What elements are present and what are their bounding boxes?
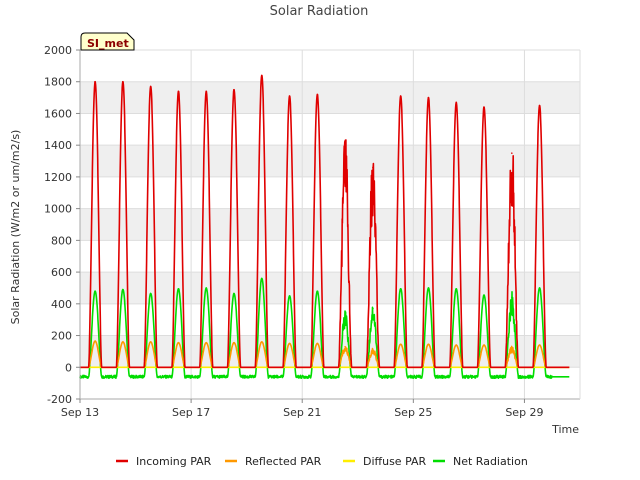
daily-peak-point	[261, 74, 263, 77]
daily-peak-point	[511, 347, 513, 350]
legend-item: Reflected PAR	[225, 455, 322, 468]
x-tick-label: Sep 29	[505, 406, 543, 419]
daily-peak-point	[233, 88, 235, 91]
daily-peak-point	[177, 341, 180, 344]
daily-peak-point	[399, 287, 402, 290]
daily-peak-point	[94, 340, 96, 342]
legend-label: Reflected PAR	[245, 455, 322, 468]
x-tick-label: Sep 25	[394, 406, 432, 419]
legend: Incoming PAR Reflected PAR Diffuse PAR Net …	[116, 455, 528, 468]
daily-peak-point	[288, 95, 291, 97]
legend-label: Diffuse PAR	[363, 455, 427, 468]
x-tick-label: Sep 21	[283, 406, 321, 419]
daily-peak-point	[455, 101, 458, 104]
legend-label: Net Radiation	[453, 455, 528, 468]
legend-item: Net Radiation	[433, 455, 528, 468]
daily-peak-point	[344, 314, 346, 316]
daily-peak-point	[233, 341, 235, 344]
x-tick-label: Sep 13	[61, 406, 99, 419]
daily-peak-point	[511, 152, 513, 154]
daily-peak-point	[316, 93, 319, 96]
daily-peak-point	[205, 287, 208, 289]
y-tick-label: 1200	[44, 171, 72, 184]
daily-peak-point	[427, 343, 430, 346]
y-tick-label: 1600	[44, 107, 72, 120]
daily-peak-point	[372, 349, 374, 351]
daily-peak-point	[177, 90, 180, 93]
daily-peak-point	[316, 290, 319, 292]
daily-peak-point	[455, 344, 458, 346]
legend-item: Diffuse PAR	[343, 455, 427, 468]
y-tick-label: 1400	[44, 139, 72, 152]
daily-peak-point	[122, 80, 124, 83]
y-tick-label: 400	[51, 298, 72, 311]
daily-peak-point	[149, 292, 152, 295]
daily-peak-point	[455, 287, 458, 290]
daily-peak-point	[122, 288, 124, 291]
daily-peak-point	[149, 341, 152, 343]
solar-radiation-chart: Solar Radiation -200 0 200 400 600 800 1000 120…	[9, 4, 581, 468]
daily-peak-point	[372, 166, 374, 169]
daily-peak-point	[372, 307, 374, 310]
daily-peak-point	[261, 277, 263, 280]
plot-band	[80, 145, 580, 177]
y-axis: -200 0 200 400 600 800 1000 1200 1400 1600 1800 200…	[44, 44, 81, 406]
y-tick-label: 1800	[44, 76, 72, 89]
daily-peak-point	[288, 295, 291, 297]
y-tick-label: 1000	[44, 203, 72, 216]
daily-peak-point	[288, 342, 291, 345]
daily-peak-point	[511, 296, 513, 299]
x-axis-label: Time	[551, 423, 579, 436]
y-tick-label: 200	[51, 330, 72, 343]
daily-peak-point	[177, 287, 180, 290]
daily-peak-point	[538, 104, 541, 107]
daily-peak-point	[483, 344, 485, 346]
y-tick-label: 2000	[44, 44, 72, 57]
plot-band	[80, 81, 580, 114]
y-tick-label: 800	[51, 234, 72, 247]
daily-peak-point	[427, 96, 430, 99]
daily-peak-point	[483, 106, 485, 108]
legend-label: Incoming PAR	[136, 455, 212, 468]
daily-peak-point	[94, 80, 96, 83]
site-badge: SI_met	[80, 32, 135, 51]
daily-peak-point	[261, 341, 263, 343]
daily-peak-point	[344, 139, 346, 142]
x-tick-label: Sep 17	[172, 406, 210, 419]
y-tick-label: -200	[47, 393, 72, 406]
daily-peak-point	[538, 344, 541, 346]
y-axis-label: Solar Radiation (W/m2 or um/m2/s)	[9, 130, 22, 325]
chart-title: Solar Radiation	[270, 4, 369, 19]
daily-peak-point	[233, 292, 235, 295]
daily-peak-point	[427, 287, 430, 289]
site-badge-label: SI_met	[87, 37, 129, 50]
daily-peak-point	[399, 343, 402, 346]
y-tick-label: 0	[65, 361, 72, 374]
daily-peak-point	[205, 90, 208, 93]
daily-peak-point	[122, 341, 124, 343]
legend-item: Incoming PAR	[116, 455, 212, 468]
daily-peak-point	[344, 345, 346, 348]
daily-peak-point	[94, 290, 96, 292]
daily-peak-point	[205, 341, 208, 344]
daily-peak-point	[483, 294, 485, 296]
daily-peak-point	[316, 342, 319, 345]
daily-peak-point	[149, 85, 152, 88]
daily-peak-point	[538, 287, 541, 289]
y-tick-label: 600	[51, 266, 72, 279]
daily-peak-point	[399, 95, 402, 97]
